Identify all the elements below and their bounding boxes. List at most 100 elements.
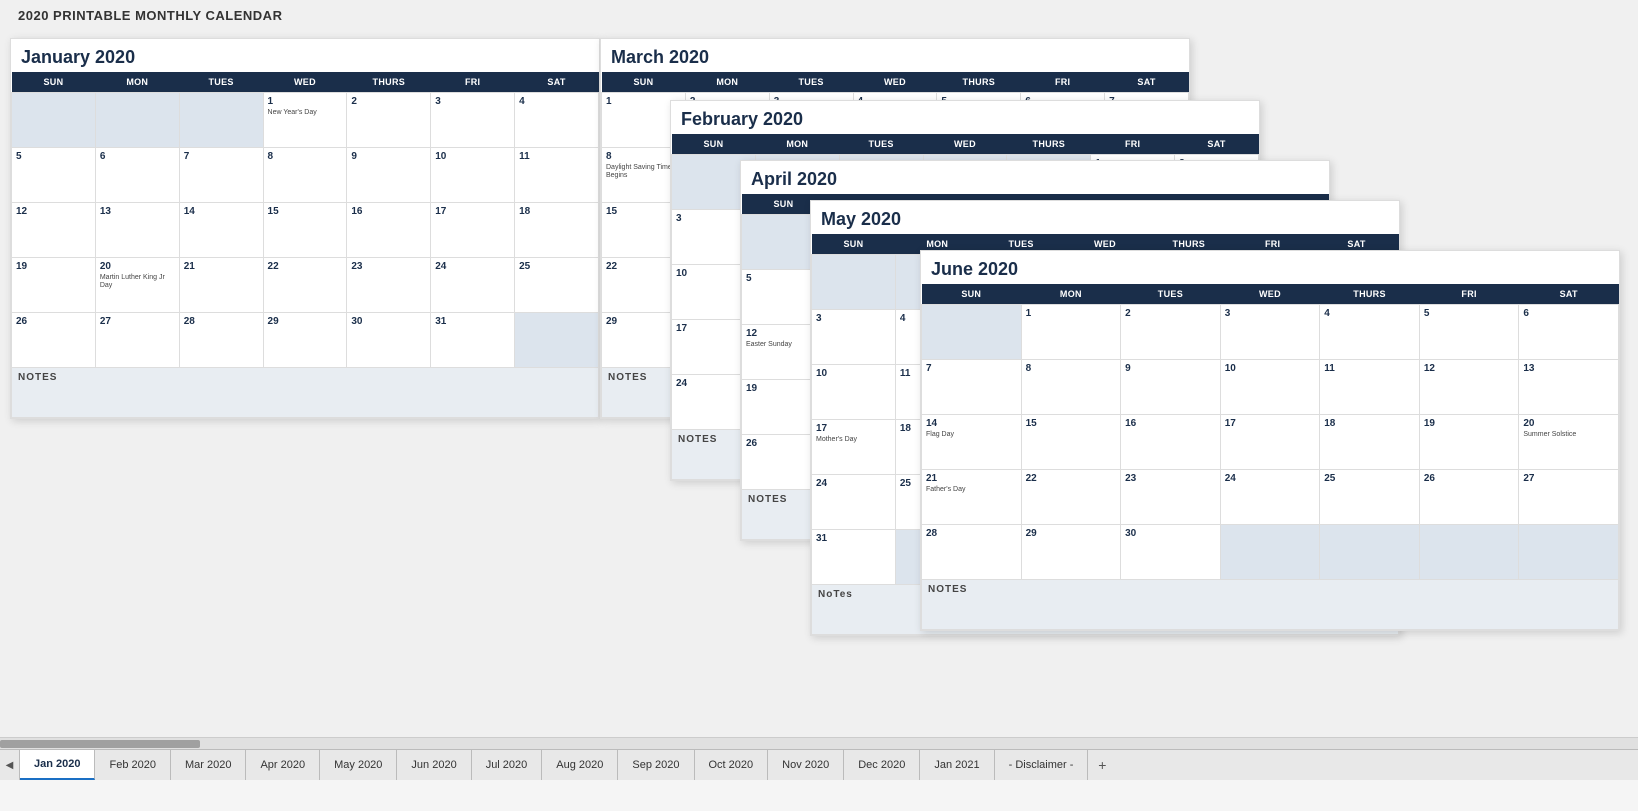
jan-cell-1: 1New Year's Day bbox=[263, 93, 347, 148]
jan-cell-11: 11 bbox=[515, 148, 599, 203]
jun-empty-e1 bbox=[1220, 525, 1320, 580]
scrollbar-thumb[interactable] bbox=[0, 740, 200, 748]
tab-dec-2020[interactable]: Dec 2020 bbox=[844, 750, 920, 780]
jan-cell-18: 18 bbox=[515, 203, 599, 258]
january-title: January 2020 bbox=[11, 39, 599, 72]
feb-header-thu: THURS bbox=[1007, 134, 1091, 155]
table-row: 26 27 28 29 30 31 bbox=[12, 313, 599, 368]
jun-cell-14: 14Flag Day bbox=[922, 415, 1022, 470]
jun-cell-12: 12 bbox=[1419, 360, 1519, 415]
tab-jun-2020[interactable]: Jun 2020 bbox=[397, 750, 471, 780]
jun-cell-16: 16 bbox=[1121, 415, 1221, 470]
jun-header-fri: FRI bbox=[1419, 284, 1519, 305]
feb-header-fri: FRI bbox=[1091, 134, 1175, 155]
feb-header-tue: TUES bbox=[839, 134, 923, 155]
tab-scroll-left[interactable]: ◀ bbox=[0, 750, 20, 780]
may-cell-17: 17Mother's Day bbox=[812, 420, 896, 475]
jan-header-fri: FRI bbox=[431, 72, 515, 93]
table-row: 7 8 9 10 11 12 13 bbox=[922, 360, 1619, 415]
jan-header-mon: MON bbox=[95, 72, 179, 93]
mar-header-mon: MON bbox=[685, 72, 769, 93]
horizontal-scrollbar[interactable] bbox=[0, 737, 1638, 749]
jan-header-tue: TUES bbox=[179, 72, 263, 93]
jan-cell-15: 15 bbox=[263, 203, 347, 258]
table-row: 21Father's Day 22 23 24 25 26 27 bbox=[922, 470, 1619, 525]
tab-nov-2020[interactable]: Nov 2020 bbox=[768, 750, 844, 780]
apr-notes-label: NOTES bbox=[748, 494, 787, 505]
tab-oct-2020[interactable]: Oct 2020 bbox=[695, 750, 769, 780]
jan-cell-8: 8 bbox=[263, 148, 347, 203]
table-row: 1 2 3 4 5 6 bbox=[922, 305, 1619, 360]
jun-cell-3: 3 bbox=[1220, 305, 1320, 360]
jan-cell-empty2 bbox=[95, 93, 179, 148]
jan-cell-29: 29 bbox=[263, 313, 347, 368]
may-empty1 bbox=[812, 255, 896, 310]
calendar-june: June 2020 SUN MON TUES WED THURS FRI SAT… bbox=[920, 250, 1620, 631]
tab-feb-2020[interactable]: Feb 2020 bbox=[95, 750, 170, 780]
jun-cell-28: 28 bbox=[922, 525, 1022, 580]
jun-cell-25: 25 bbox=[1320, 470, 1420, 525]
jun-empty-e2 bbox=[1320, 525, 1420, 580]
february-title: February 2020 bbox=[671, 101, 1259, 134]
tab-sep-2020[interactable]: Sep 2020 bbox=[618, 750, 694, 780]
jan-cell-14: 14 bbox=[179, 203, 263, 258]
tab-jan-2021[interactable]: Jan 2021 bbox=[920, 750, 994, 780]
feb-header-wed: WED bbox=[923, 134, 1007, 155]
jan-cell-7: 7 bbox=[179, 148, 263, 203]
june-grid: SUN MON TUES WED THURS FRI SAT 1 2 3 4 5 bbox=[921, 284, 1619, 630]
tab-mar-2020[interactable]: Mar 2020 bbox=[171, 750, 246, 780]
jun-cell-23: 23 bbox=[1121, 470, 1221, 525]
tab-may-2020[interactable]: May 2020 bbox=[320, 750, 397, 780]
tab-add-button[interactable]: + bbox=[1088, 750, 1116, 780]
page-title: 2020 PRINTABLE MONTHLY CALENDAR bbox=[18, 8, 282, 23]
jan-cell-3: 3 bbox=[431, 93, 515, 148]
jun-notes-label: NOTES bbox=[928, 584, 967, 595]
jan-cell-20: 20Martin Luther King Jr Day bbox=[95, 258, 179, 313]
jun-cell-29: 29 bbox=[1021, 525, 1121, 580]
may-cell-24: 24 bbox=[812, 475, 896, 530]
jun-empty-e4 bbox=[1519, 525, 1619, 580]
jan-cell-16: 16 bbox=[347, 203, 431, 258]
jan-cell-21: 21 bbox=[179, 258, 263, 313]
mar-header-thu: THURS bbox=[937, 72, 1021, 93]
tab-jul-2020[interactable]: Jul 2020 bbox=[472, 750, 543, 780]
may-notes-label: NoTes bbox=[818, 589, 853, 600]
jan-cell-17: 17 bbox=[431, 203, 515, 258]
jun-cell-18: 18 bbox=[1320, 415, 1420, 470]
table-row: 14Flag Day 15 16 17 18 19 20Summer Solst… bbox=[922, 415, 1619, 470]
jun-cell-8: 8 bbox=[1021, 360, 1121, 415]
jun-cell-6: 6 bbox=[1519, 305, 1619, 360]
jan-notes-label: NOTES bbox=[18, 372, 57, 383]
jun-cell-2: 2 bbox=[1121, 305, 1221, 360]
tab-apr-2020[interactable]: Apr 2020 bbox=[246, 750, 320, 780]
jun-header-mon: MON bbox=[1021, 284, 1121, 305]
may-header-sun: SUN bbox=[812, 234, 896, 255]
feb-header-mon: MON bbox=[755, 134, 839, 155]
mar-header-wed: WED bbox=[853, 72, 937, 93]
jun-cell-21: 21Father's Day bbox=[922, 470, 1022, 525]
mar-header-sun: SUN bbox=[602, 72, 686, 93]
feb-header-sun: SUN bbox=[672, 134, 756, 155]
tab-disclaimer[interactable]: - Disclaimer - bbox=[995, 750, 1089, 780]
jan-cell-31: 31 bbox=[431, 313, 515, 368]
table-row: 5 6 7 8 9 10 11 bbox=[12, 148, 599, 203]
may-cell-31: 31 bbox=[812, 530, 896, 585]
jun-header-sun: SUN bbox=[922, 284, 1022, 305]
table-row: 1New Year's Day 2 3 4 bbox=[12, 93, 599, 148]
mar-header-tue: TUES bbox=[769, 72, 853, 93]
jun-notes-row: NOTES bbox=[922, 580, 1619, 630]
jun-notes-cell: NOTES bbox=[922, 580, 1619, 630]
tab-aug-2020[interactable]: Aug 2020 bbox=[542, 750, 618, 780]
jan-header-thu: THURS bbox=[347, 72, 431, 93]
jan-cell-empty3 bbox=[179, 93, 263, 148]
april-title: April 2020 bbox=[741, 161, 1329, 194]
june-title: June 2020 bbox=[921, 251, 1619, 284]
jun-cell-11: 11 bbox=[1320, 360, 1420, 415]
jan-cell-13: 13 bbox=[95, 203, 179, 258]
tab-jan-2020[interactable]: Jan 2020 bbox=[20, 750, 95, 780]
jan-cell-10: 10 bbox=[431, 148, 515, 203]
jun-cell-30: 30 bbox=[1121, 525, 1221, 580]
jan-cell-23: 23 bbox=[347, 258, 431, 313]
jun-cell-27: 27 bbox=[1519, 470, 1619, 525]
jan-cell-19: 19 bbox=[12, 258, 96, 313]
